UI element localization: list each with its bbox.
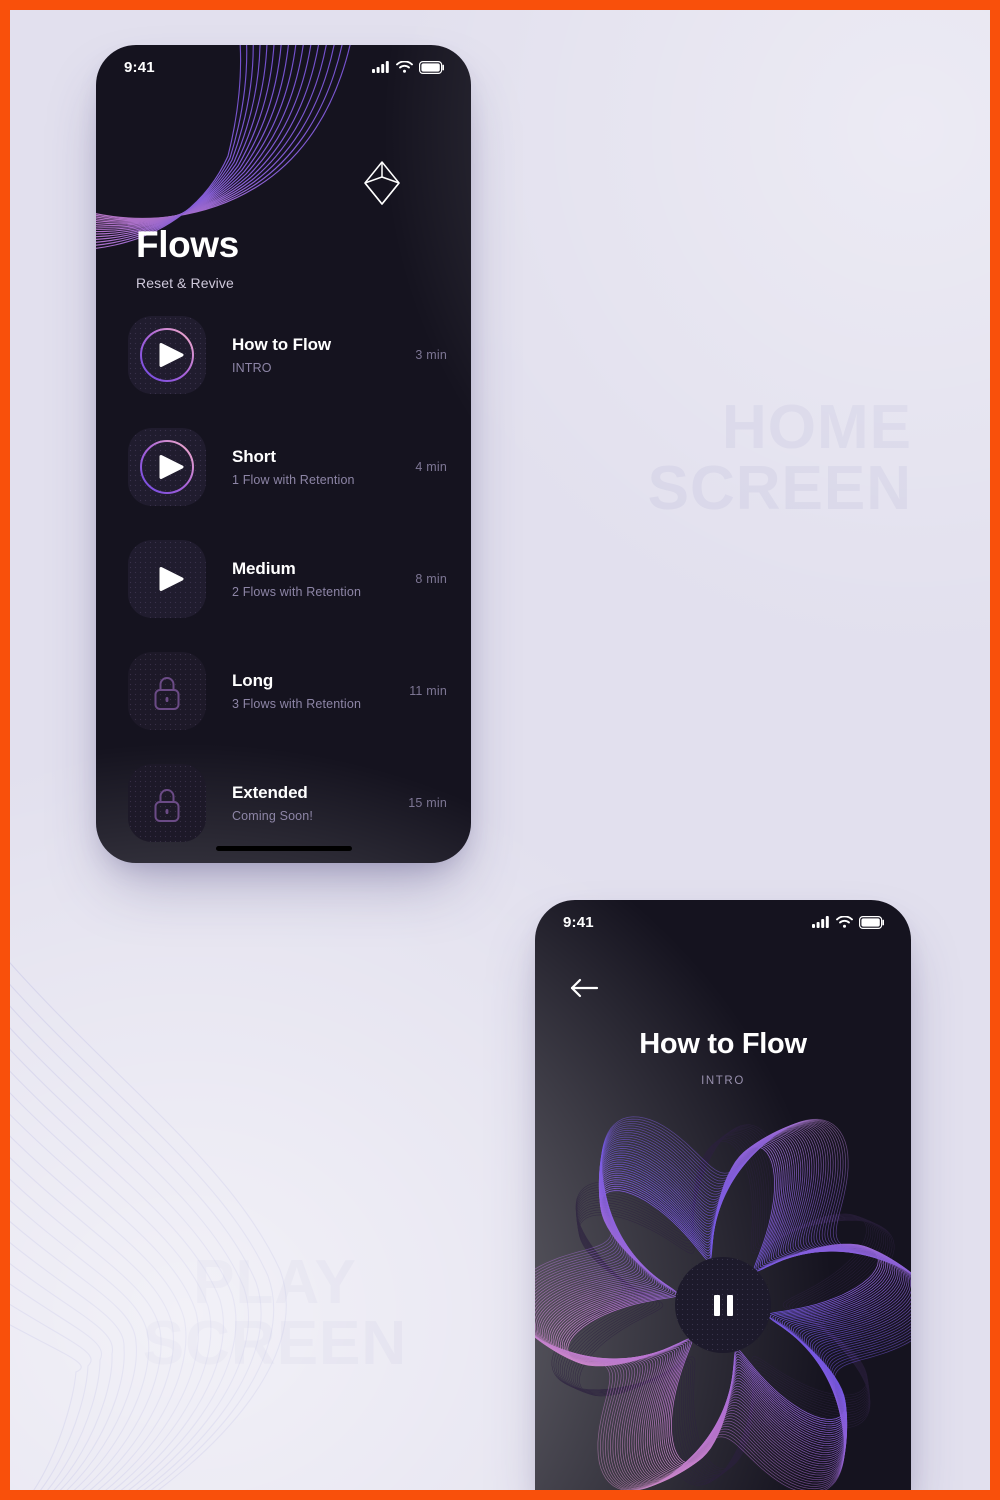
play-icon (159, 567, 184, 591)
watermark-home-screen: HOME SCREEN (647, 393, 912, 523)
flow-title: Short (232, 447, 276, 466)
status-time: 9:41 (124, 58, 155, 76)
flow-subtitle: 3 Flows with Retention (232, 697, 362, 711)
signal-bars-icon (372, 61, 389, 73)
flow-text-block: Extended Coming Soon! (206, 783, 408, 823)
flow-list-item[interactable]: Medium 2 Flows with Retention 8 min (128, 537, 453, 621)
flow-list-item[interactable]: How to Flow INTRO 3 min (128, 313, 453, 397)
play-icon (140, 440, 194, 494)
flow-play-tile[interactable] (128, 316, 206, 394)
status-time: 9:41 (563, 913, 594, 931)
pause-icon (713, 1294, 733, 1316)
wifi-icon (396, 61, 413, 73)
design-canvas: HOME SCREEN PLAY SCREEN 9:41 Flows Reset… (10, 10, 990, 1490)
play-screen-phone: 9:41 How to Flow INTRO (535, 900, 911, 1490)
track-title: How to Flow (639, 1028, 807, 1060)
status-icon-group (812, 915, 885, 929)
pause-button[interactable] (675, 1257, 771, 1353)
flow-list-item[interactable]: Long 3 Flows with Retention 11 min (128, 649, 453, 733)
flow-duration: 8 min (415, 572, 447, 586)
flow-subtitle: INTRO (232, 361, 272, 375)
status-bar-play: 9:41 (535, 900, 911, 944)
play-icon (140, 328, 194, 382)
flow-duration: 15 min (408, 796, 447, 810)
watermark-play-screen: PLAY SCREEN (142, 1248, 408, 1378)
flow-duration: 4 min (415, 460, 447, 474)
wifi-icon (836, 916, 853, 928)
flow-title: Medium (232, 559, 296, 578)
status-icon-group (372, 60, 445, 74)
flow-title: Long (232, 671, 274, 690)
flow-list-item[interactable]: Extended Coming Soon! 15 min (128, 761, 453, 845)
lock-icon (154, 677, 180, 710)
page-title: Flows (136, 224, 239, 265)
lock-icon (154, 789, 180, 822)
flow-play-tile[interactable] (128, 428, 206, 506)
flow-text-block: How to Flow INTRO (206, 335, 415, 375)
flow-subtitle: Coming Soon! (232, 809, 314, 823)
status-bar-home: 9:41 (96, 45, 471, 89)
flow-duration: 11 min (409, 684, 447, 698)
flow-title: How to Flow (232, 335, 331, 354)
arrow-left-icon[interactable] (569, 976, 599, 1000)
flow-text-block: Short 1 Flow with Retention (206, 447, 415, 487)
flow-list: How to Flow INTRO 3 min Short 1 Flow wit… (128, 313, 453, 863)
flow-duration: 3 min (415, 348, 447, 362)
home-indicator-bar[interactable] (215, 846, 352, 851)
flow-text-block: Medium 2 Flows with Retention (206, 559, 415, 599)
flow-locked-tile[interactable] (128, 764, 206, 842)
flow-play-tile[interactable] (128, 540, 206, 618)
battery-full-icon (859, 915, 884, 929)
flow-title: Extended (232, 783, 308, 802)
signal-bars-icon (812, 916, 829, 928)
flow-locked-tile[interactable] (128, 652, 206, 730)
play-header: How to Flow INTRO (535, 1028, 911, 1087)
flow-subtitle: 2 Flows with Retention (232, 585, 362, 599)
background-wave-decoration (10, 962, 287, 1490)
flow-subtitle: 1 Flow with Retention (232, 473, 355, 487)
track-subtitle: INTRO (701, 1075, 745, 1087)
flow-text-block: Long 3 Flows with Retention (206, 671, 409, 711)
diamond-octahedron-logo (364, 161, 400, 205)
battery-full-icon (419, 60, 444, 74)
page-subtitle: Reset & Revive (136, 274, 234, 291)
flow-list-item[interactable]: Short 1 Flow with Retention 4 min (128, 425, 453, 509)
home-screen-phone: 9:41 Flows Reset & Revive How to Flow IN… (96, 45, 471, 863)
home-header: Flows Reset & Revive (136, 224, 239, 291)
